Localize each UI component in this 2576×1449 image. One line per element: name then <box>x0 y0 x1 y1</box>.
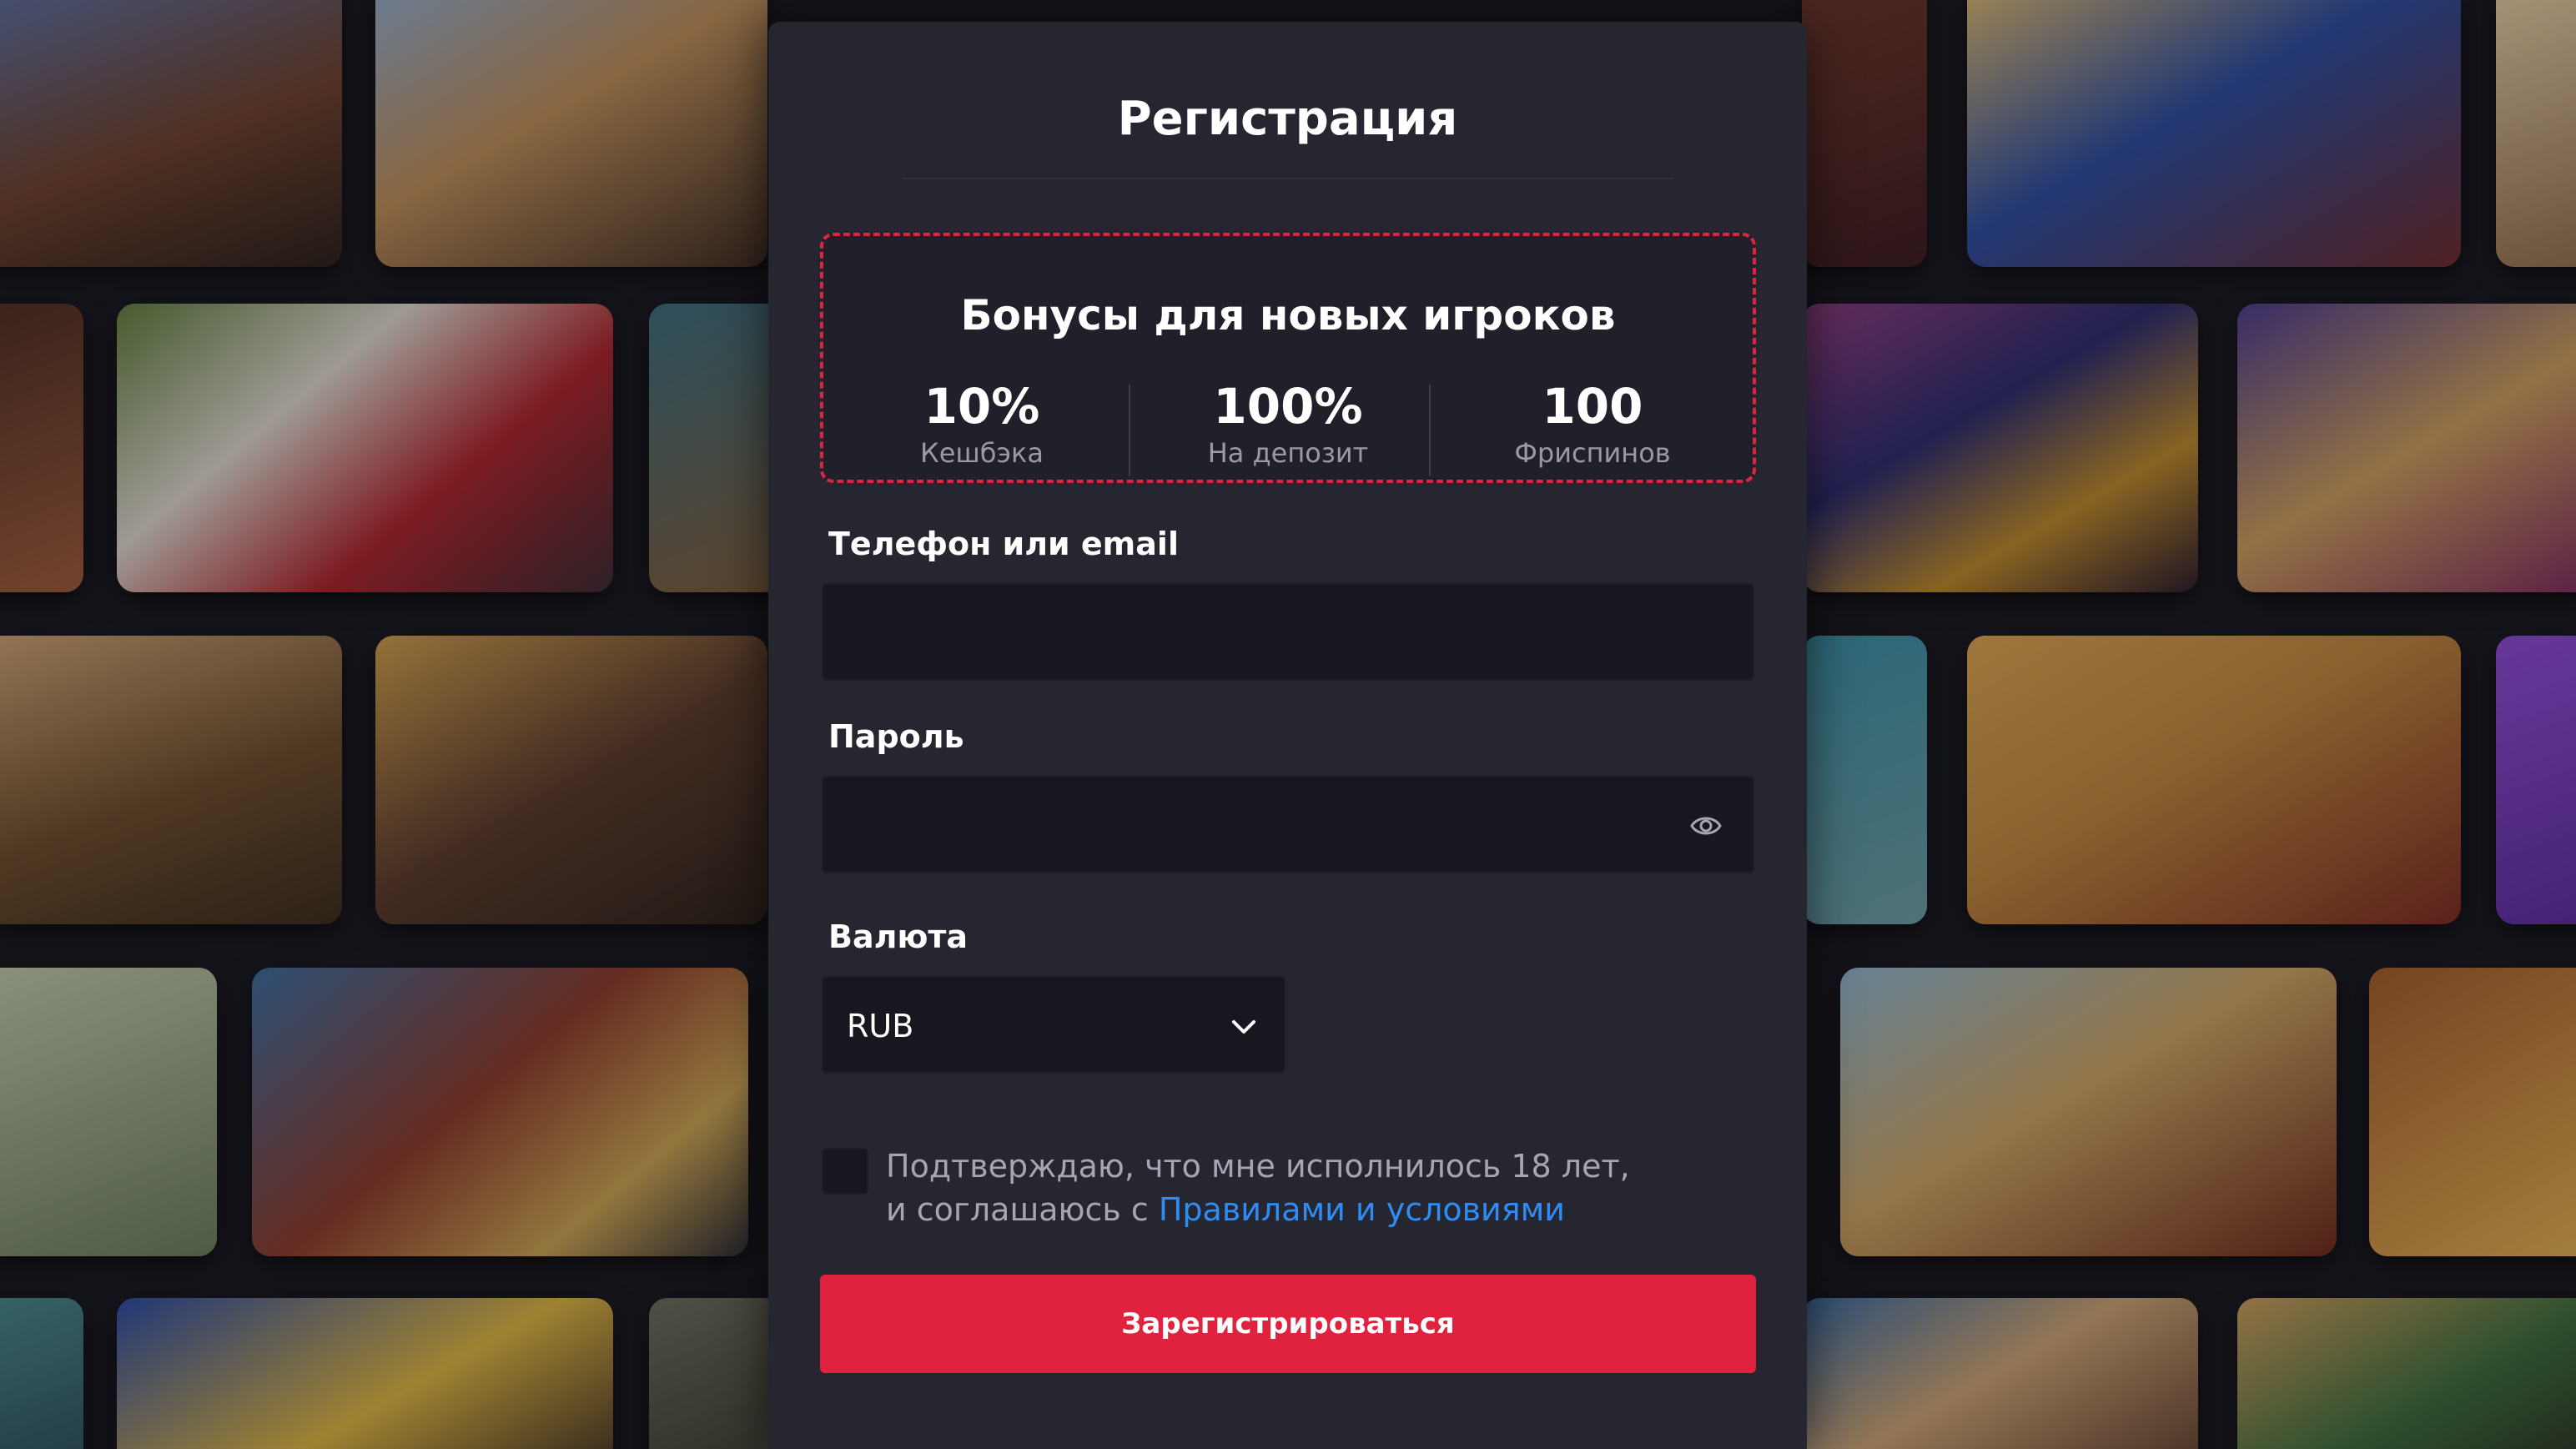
bonus-title: Бонусы для новых игроков <box>960 291 1616 340</box>
login-input[interactable] <box>822 583 1754 681</box>
game-tile <box>0 0 342 267</box>
game-tile <box>649 304 782 592</box>
game-tile <box>2237 1298 2576 1449</box>
eye-icon[interactable] <box>1689 811 1723 841</box>
password-input[interactable] <box>822 776 1754 873</box>
game-tile <box>1967 0 2461 267</box>
game-tile <box>2496 0 2576 267</box>
game-tile <box>0 304 83 592</box>
bonus-panel: Бонусы для новых игроков 10% Кешбэка 100… <box>820 233 1756 483</box>
title-divider <box>902 178 1673 179</box>
game-tile <box>1802 304 2198 592</box>
bonus-stat-value: 100% <box>1213 378 1363 435</box>
bonus-stat-cashback: 10% Кешбэка <box>832 380 1132 470</box>
bonus-stat-label: Кешбэка <box>920 437 1044 469</box>
game-tile <box>0 1298 83 1449</box>
chevron-down-icon <box>1232 1020 1255 1034</box>
game-tile <box>252 968 748 1256</box>
login-field-label: Телефон или email <box>828 526 1179 562</box>
register-button[interactable]: Зарегистрироваться <box>820 1275 1756 1373</box>
game-tile <box>2496 636 2576 924</box>
game-tile <box>0 968 217 1256</box>
currency-value: RUB <box>847 1008 914 1044</box>
password-field-label: Пароль <box>828 718 964 755</box>
game-tile <box>1802 1298 2198 1449</box>
bonus-stat-value: 10% <box>923 378 1040 435</box>
game-tile <box>2237 304 2576 592</box>
game-tile <box>375 636 767 924</box>
terms-link[interactable]: Правилами и условиями <box>1159 1191 1565 1228</box>
stat-divider <box>1429 385 1431 476</box>
game-tile <box>117 1298 613 1449</box>
age-terms-text: Подтверждаю, что мне исполнилось 18 лет,… <box>886 1145 1703 1231</box>
game-tile <box>1802 0 1927 267</box>
currency-field-label: Валюта <box>828 918 969 955</box>
game-tile <box>2369 968 2576 1256</box>
bonus-stat-value: 100 <box>1542 378 1643 435</box>
game-tile <box>649 1298 782 1449</box>
age-terms-checkbox[interactable] <box>822 1148 868 1195</box>
modal-title: Регистрация <box>1117 92 1458 146</box>
bonus-stat-label: На депозит <box>1207 437 1369 469</box>
currency-select[interactable]: RUB <box>822 976 1285 1074</box>
game-tile <box>375 0 767 267</box>
game-tile <box>1840 968 2337 1256</box>
bonus-stat-deposit: 100% На депозит <box>1138 380 1438 470</box>
registration-modal: Регистрация Бонусы для новых игроков 10%… <box>768 22 1807 1449</box>
stat-divider <box>1129 385 1130 476</box>
game-tile <box>0 636 342 924</box>
agree-line-1: Подтверждаю, что мне исполнилось 18 лет, <box>886 1148 1630 1185</box>
bonus-stat-label: Фриспинов <box>1514 437 1671 469</box>
bonus-stat-freespins: 100 Фриспинов <box>1442 380 1743 470</box>
game-tile <box>117 304 613 592</box>
game-tile <box>1967 636 2461 924</box>
game-tile <box>1802 636 1927 924</box>
agree-line-2: и соглашаюсь с <box>886 1191 1159 1228</box>
